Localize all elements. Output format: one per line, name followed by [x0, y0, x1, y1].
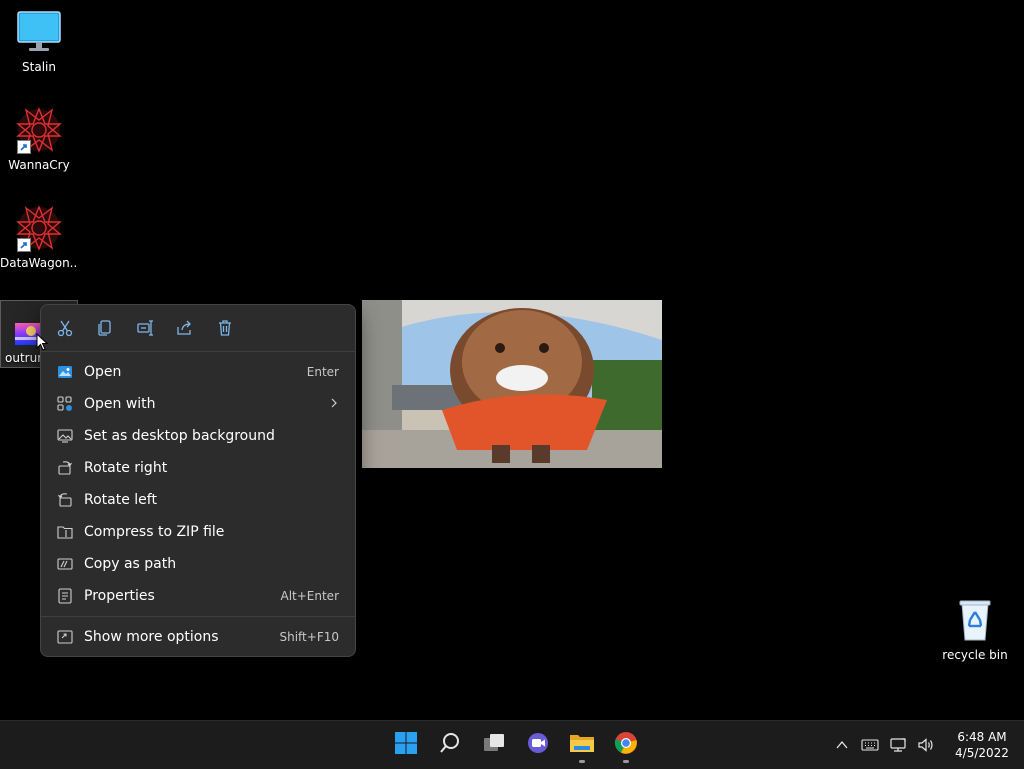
menu-item-set-desktop-background[interactable]: Set as desktop background: [41, 420, 355, 452]
desktop-icon-label: recycle bin: [942, 648, 1008, 662]
menu-item-label: Open with: [84, 396, 156, 412]
desktop-background-icon: [56, 427, 74, 445]
desktop-icon-label: WannaCry: [8, 158, 70, 172]
taskbar-clock[interactable]: 6:48 AM 4/5/2022: [944, 729, 1020, 761]
copy-icon[interactable]: [93, 316, 117, 340]
star-emblem-icon: [15, 204, 63, 252]
desktop-icon-label: Stalin: [22, 60, 56, 74]
menu-item-shortcut: Enter: [306, 365, 339, 379]
chrome-icon: [614, 731, 638, 759]
cut-icon[interactable]: [53, 316, 77, 340]
star-emblem-icon: [15, 106, 63, 154]
desktop-icon-wannacry[interactable]: WannaCry: [0, 106, 78, 172]
desktop-icon-recycle-bin[interactable]: recycle bin: [936, 596, 1014, 662]
running-indicator: [579, 760, 585, 763]
menu-item-label: Open: [84, 364, 122, 380]
task-view-button[interactable]: [474, 725, 514, 765]
desktop-icon-label: DataWagon...: [0, 256, 78, 270]
menu-item-label: Set as desktop background: [84, 428, 275, 444]
zip-folder-icon: [56, 523, 74, 541]
delete-icon[interactable]: [213, 316, 237, 340]
context-menu: Open Enter Open with Set as desktop back…: [40, 304, 356, 657]
clock-time: 6:48 AM: [957, 730, 1007, 744]
search-button[interactable]: [430, 725, 470, 765]
taskbar: 6:48 AM 4/5/2022: [0, 720, 1024, 769]
mouse-cursor-icon: [36, 332, 49, 351]
search-icon: [438, 731, 462, 759]
keyboard-icon[interactable]: [859, 734, 881, 756]
image-preview: [362, 300, 662, 468]
chrome-button[interactable]: [606, 725, 646, 765]
photos-icon: [56, 363, 74, 381]
rotate-right-icon: [56, 459, 74, 477]
task-view-icon: [482, 731, 506, 759]
menu-item-compress-zip[interactable]: Compress to ZIP file: [41, 516, 355, 548]
chat-icon: [526, 731, 550, 759]
recycle-bin-icon: [951, 596, 999, 644]
menu-item-shortcut: Alt+Enter: [280, 589, 339, 603]
chevron-right-icon: [329, 397, 339, 411]
running-indicator: [623, 760, 629, 763]
menu-item-show-more-options[interactable]: Show more options Shift+F10: [41, 621, 355, 653]
chat-button[interactable]: [518, 725, 558, 765]
menu-item-properties[interactable]: Properties Alt+Enter: [41, 580, 355, 612]
desktop-icon-stalin[interactable]: Stalin: [0, 8, 78, 74]
menu-item-shortcut: Shift+F10: [279, 630, 339, 644]
menu-item-open-with[interactable]: Open with: [41, 388, 355, 420]
file-explorer-icon: [569, 731, 595, 759]
menu-item-copy-as-path[interactable]: Copy as path: [41, 548, 355, 580]
context-menu-items: Open Enter Open with Set as desktop back…: [41, 352, 355, 653]
context-menu-toolbar: [41, 305, 355, 352]
shortcut-arrow-icon: [17, 238, 31, 252]
monitor-icon: [15, 8, 63, 56]
menu-item-label: Copy as path: [84, 556, 177, 572]
volume-icon[interactable]: [915, 734, 937, 756]
properties-icon: [56, 587, 74, 605]
windows-logo-icon: [394, 731, 418, 759]
system-tray: 6:48 AM 4/5/2022: [828, 721, 1024, 769]
more-options-icon: [56, 628, 74, 646]
menu-item-label: Show more options: [84, 629, 219, 645]
rotate-left-icon: [56, 491, 74, 509]
network-icon[interactable]: [887, 734, 909, 756]
share-icon[interactable]: [173, 316, 197, 340]
copy-path-icon: [56, 555, 74, 573]
chevron-up-icon[interactable]: [831, 734, 853, 756]
desktop[interactable]: Stalin WannaCry DataWagon... outrun recy…: [0, 0, 1024, 720]
menu-separator: [41, 616, 355, 617]
menu-item-label: Rotate left: [84, 492, 157, 508]
open-with-icon: [56, 395, 74, 413]
menu-item-open[interactable]: Open Enter: [41, 356, 355, 388]
file-explorer-button[interactable]: [562, 725, 602, 765]
menu-item-label: Compress to ZIP file: [84, 524, 225, 540]
menu-item-rotate-right[interactable]: Rotate right: [41, 452, 355, 484]
rename-icon[interactable]: [133, 316, 157, 340]
start-button[interactable]: [386, 725, 426, 765]
shortcut-arrow-icon: [17, 140, 31, 154]
taskbar-apps: [384, 721, 648, 769]
menu-item-label: Rotate right: [84, 460, 168, 476]
clock-date: 4/5/2022: [955, 746, 1009, 760]
desktop-icon-datawagon[interactable]: DataWagon...: [0, 204, 78, 270]
menu-item-rotate-left[interactable]: Rotate left: [41, 484, 355, 516]
menu-item-label: Properties: [84, 588, 155, 604]
